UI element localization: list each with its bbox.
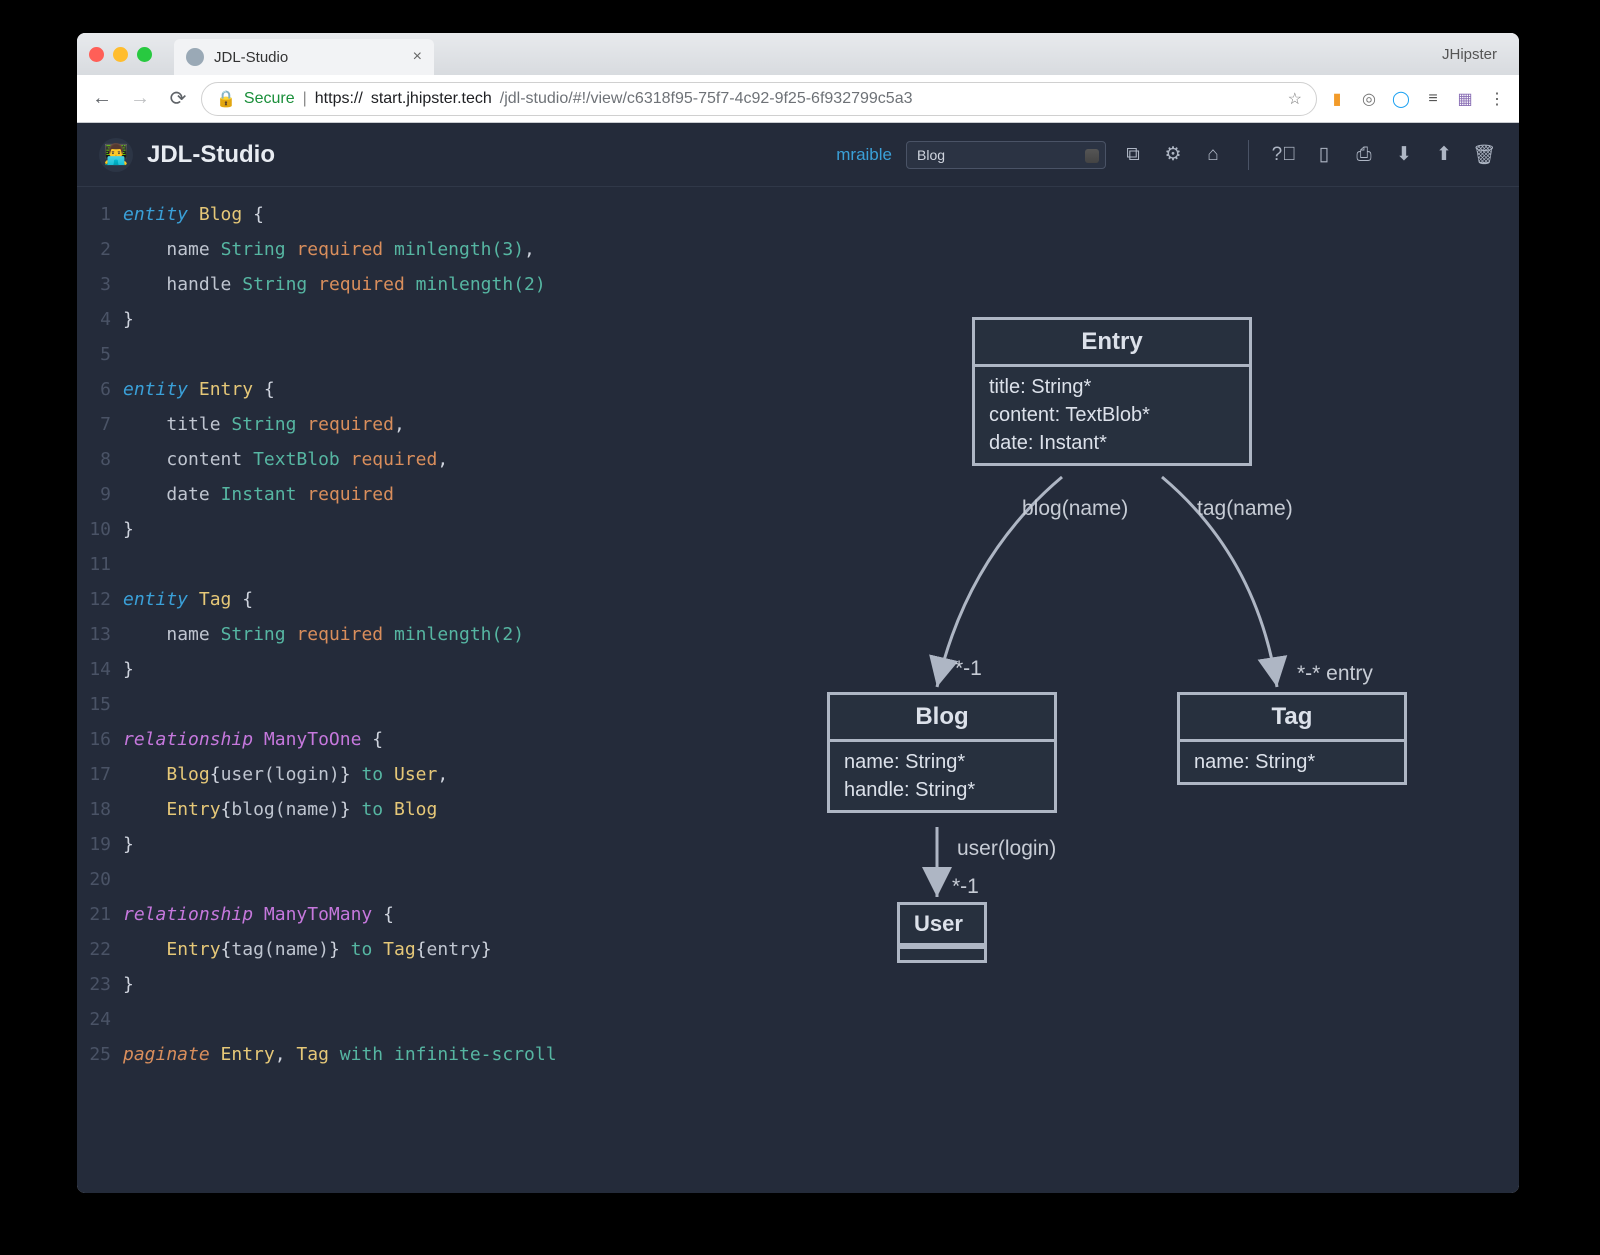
rel-label-star-1-blog: *-1: [955, 657, 982, 681]
url-scheme: https://: [315, 90, 363, 108]
diagram-canvas[interactable]: Entry title: String* content: TextBlob* …: [797, 187, 1519, 1193]
url-host: start.jhipster.tech: [371, 90, 492, 108]
entity-blog-title: Blog: [830, 695, 1054, 742]
settings-icon[interactable]: ⚙: [1160, 143, 1186, 166]
window-controls: [89, 47, 152, 62]
trash-icon[interactable]: 🗑: [1471, 143, 1497, 167]
entity-entry-title: Entry: [975, 320, 1249, 367]
tab-title: JDL-Studio: [214, 49, 403, 66]
minimize-window-button[interactable]: [113, 47, 128, 62]
entity-select-value: Blog: [917, 147, 945, 163]
rel-label-star-star-entry: *-* entry: [1297, 662, 1373, 686]
entity-user-title: User: [900, 905, 984, 946]
line-gutter: 1234567891011121314151617181920212223242…: [77, 197, 123, 1193]
app-header: 👨‍💻 JDL-Studio mraible Blog ⧉ ⚙ ⌂ ?⃝ ▯ ⎙…: [77, 123, 1519, 187]
code-editor[interactable]: 1234567891011121314151617181920212223242…: [77, 187, 797, 1193]
toolbar-divider: [1248, 140, 1249, 170]
rel-label-tag-name: tag(name): [1197, 497, 1293, 521]
entity-tag[interactable]: Tag name: String*: [1177, 692, 1407, 785]
close-window-button[interactable]: [89, 47, 104, 62]
entity-tag-body: name: String*: [1180, 742, 1404, 782]
extension-icon-4[interactable]: ≡: [1421, 87, 1445, 111]
browser-window: JDL-Studio × JHipster ← → ⟳ 🔒 Secure | h…: [77, 33, 1519, 1193]
entity-user[interactable]: User: [897, 902, 987, 963]
browser-tab[interactable]: JDL-Studio ×: [174, 39, 434, 75]
entity-entry-body: title: String* content: TextBlob* date: …: [975, 367, 1249, 463]
rel-label-blog-name: blog(name): [1022, 497, 1128, 521]
rel-label-star-1-user: *-1: [952, 875, 979, 899]
help-icon[interactable]: ?⃝: [1271, 144, 1297, 166]
download-icon[interactable]: ⬇: [1391, 143, 1417, 166]
entity-blog[interactable]: Blog name: String* handle: String*: [827, 692, 1057, 813]
reload-button[interactable]: ⟳: [163, 86, 193, 111]
entity-blog-body: name: String* handle: String*: [830, 742, 1054, 810]
extension-icon-3[interactable]: ◯: [1389, 87, 1413, 111]
entity-tag-title: Tag: [1180, 695, 1404, 742]
extension-icon-5[interactable]: ▦: [1453, 87, 1477, 111]
toolbar: ← → ⟳ 🔒 Secure | https://start.jhipster.…: [77, 75, 1519, 123]
username-link[interactable]: mraible: [836, 145, 892, 165]
bookmark-icon[interactable]: ☆: [1288, 89, 1302, 109]
rel-label-user-login: user(login): [957, 837, 1056, 861]
profile-name[interactable]: JHipster: [1442, 46, 1507, 63]
address-bar[interactable]: 🔒 Secure | https://start.jhipster.tech/j…: [201, 82, 1317, 116]
menu-icon[interactable]: ⋮: [1485, 87, 1509, 111]
window-titlebar: JDL-Studio × JHipster: [77, 33, 1519, 75]
entity-entry[interactable]: Entry title: String* content: TextBlob* …: [972, 317, 1252, 466]
favicon-icon: [186, 48, 204, 66]
app-body: 1234567891011121314151617181920212223242…: [77, 187, 1519, 1193]
app-title: JDL-Studio: [147, 141, 275, 169]
app-logo-icon: 👨‍💻: [99, 138, 133, 172]
docs-icon[interactable]: ▯: [1311, 143, 1337, 166]
code-content[interactable]: entity Blog { name String required minle…: [123, 197, 797, 1193]
maximize-window-button[interactable]: [137, 47, 152, 62]
lock-icon: 🔒: [216, 89, 236, 109]
app-root: 👨‍💻 JDL-Studio mraible Blog ⧉ ⚙ ⌂ ?⃝ ▯ ⎙…: [77, 123, 1519, 1193]
url-path: /jdl-studio/#!/view/c6318f95-75f7-4c92-9…: [500, 90, 913, 108]
forward-button[interactable]: →: [125, 87, 155, 110]
screenshot-icon[interactable]: ⎙: [1351, 144, 1377, 166]
upload-icon[interactable]: ⬆: [1431, 143, 1457, 166]
secure-label: Secure: [244, 90, 295, 108]
extension-icon-2[interactable]: ◎: [1357, 87, 1381, 111]
new-file-icon[interactable]: ⧉: [1120, 144, 1146, 166]
home-icon[interactable]: ⌂: [1200, 144, 1226, 166]
entity-select[interactable]: Blog: [906, 141, 1106, 169]
close-tab-icon[interactable]: ×: [413, 48, 422, 66]
extension-icon-1[interactable]: ▮: [1325, 87, 1349, 111]
back-button[interactable]: ←: [87, 87, 117, 110]
